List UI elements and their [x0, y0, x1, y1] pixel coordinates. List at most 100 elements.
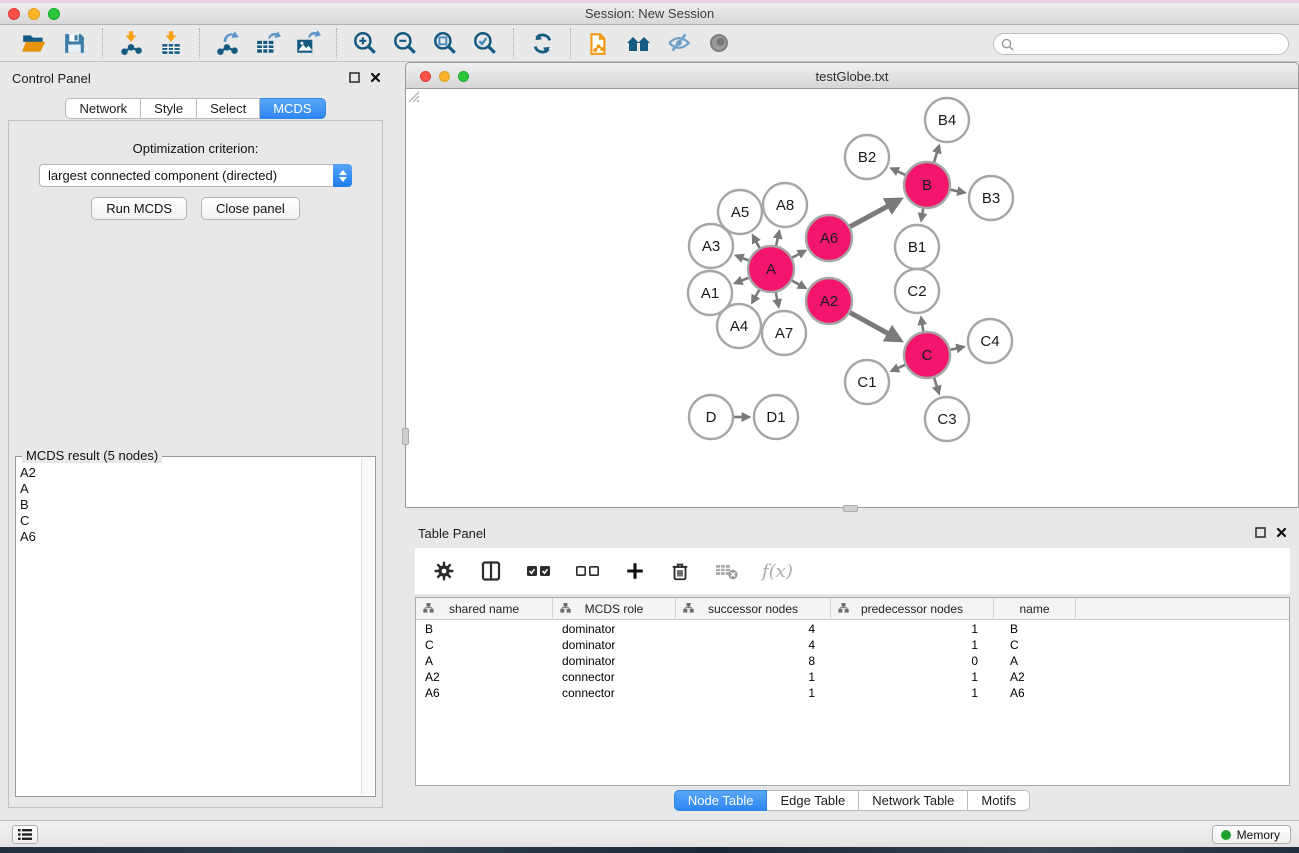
edge-A-A4[interactable] — [752, 289, 760, 302]
optimization-criterion-dropdown[interactable]: largest connected component (directed) — [39, 164, 352, 187]
create-column-icon[interactable] — [624, 560, 646, 582]
table-row-C[interactable]: Cdominator41C — [416, 637, 1289, 653]
graph-node-A4[interactable]: A4 — [717, 304, 761, 348]
zoom-out-icon[interactable] — [390, 29, 420, 57]
task-history-button[interactable] — [12, 825, 38, 844]
memory-button[interactable]: Memory — [1212, 825, 1291, 844]
graph-node-B1[interactable]: B1 — [895, 225, 939, 269]
tab-mcds[interactable]: MCDS — [260, 98, 325, 119]
edge-A2-C[interactable] — [849, 312, 900, 340]
table-row-A6[interactable]: A6connector11A6 — [416, 685, 1289, 701]
apply-layout-icon[interactable] — [527, 29, 557, 57]
edge-A6-B[interactable] — [849, 200, 900, 227]
table-cell[interactable]: A6 — [416, 685, 553, 701]
table-cell[interactable]: B — [994, 621, 1076, 637]
edge-B-B3[interactable] — [950, 190, 965, 193]
run-mcds-button[interactable]: Run MCDS — [91, 197, 187, 220]
search-field[interactable] — [993, 33, 1289, 55]
column-header-successor-nodes[interactable]: successor nodes — [676, 598, 831, 620]
vertical-split-handle[interactable] — [402, 428, 409, 445]
graph-node-C2[interactable]: C2 — [895, 269, 939, 313]
hide-selected-icon[interactable] — [664, 29, 694, 57]
horizontal-split-handle[interactable] — [843, 505, 858, 512]
table-cell[interactable]: 1 — [676, 685, 831, 701]
edge-A-A6[interactable] — [791, 251, 805, 258]
graph-node-C4[interactable]: C4 — [968, 319, 1012, 363]
close-panel-button[interactable]: Close panel — [201, 197, 300, 220]
table-cell[interactable]: A — [416, 653, 553, 669]
column-header-MCDS-role[interactable]: MCDS role — [553, 598, 676, 620]
edge-B-B1[interactable] — [921, 208, 923, 221]
tab-network[interactable]: Network — [65, 98, 141, 119]
mcds-result-item[interactable]: C — [20, 513, 360, 529]
export-image-icon[interactable] — [293, 29, 323, 57]
column-header-shared-name[interactable]: shared name — [416, 598, 553, 620]
graph-node-A8[interactable]: A8 — [763, 183, 807, 227]
table-cell[interactable]: 1 — [831, 621, 994, 637]
table-cell[interactable]: A6 — [994, 685, 1076, 701]
edge-A-A7[interactable] — [776, 292, 779, 307]
table-cell[interactable]: dominator — [553, 653, 676, 669]
first-neighbors-icon[interactable] — [624, 29, 654, 57]
table-cell[interactable]: A2 — [416, 669, 553, 685]
show-all-icon[interactable] — [704, 29, 734, 57]
export-network-icon[interactable] — [213, 29, 243, 57]
graph-node-A7[interactable]: A7 — [762, 311, 806, 355]
tab-network-table[interactable]: Network Table — [859, 790, 968, 811]
table-gear-icon[interactable] — [432, 559, 456, 583]
float-panel-icon[interactable] — [349, 72, 360, 83]
edge-B-B2[interactable] — [891, 168, 906, 175]
table-cell[interactable]: dominator — [553, 621, 676, 637]
graph-node-A6[interactable]: A6 — [806, 215, 852, 261]
table-cell[interactable]: 0 — [831, 653, 994, 669]
edge-A-A2[interactable] — [791, 280, 805, 288]
tab-select[interactable]: Select — [197, 98, 260, 119]
edge-A-A1[interactable] — [735, 277, 749, 283]
table-cell[interactable]: A — [994, 653, 1076, 669]
new-network-from-selection-icon[interactable] — [584, 29, 614, 57]
table-cell[interactable]: 4 — [676, 637, 831, 653]
table-cell[interactable]: C — [416, 637, 553, 653]
tab-node-table[interactable]: Node Table — [674, 790, 768, 811]
save-session-icon[interactable] — [59, 29, 89, 57]
zoom-in-icon[interactable] — [350, 29, 380, 57]
table-row-A2[interactable]: A2connector11A2 — [416, 669, 1289, 685]
graph-node-B[interactable]: B — [904, 162, 950, 208]
table-cell[interactable]: connector — [553, 669, 676, 685]
close-panel-icon[interactable] — [370, 72, 381, 83]
graph-node-C3[interactable]: C3 — [925, 397, 969, 441]
edge-C-C4[interactable] — [949, 347, 963, 350]
deselect-all-icon[interactable] — [575, 563, 601, 579]
mcds-result-item[interactable]: A — [20, 481, 360, 497]
table-row-A[interactable]: Adominator80A — [416, 653, 1289, 669]
graph-node-B3[interactable]: B3 — [969, 176, 1013, 220]
table-cell[interactable]: 1 — [831, 685, 994, 701]
edge-C-C3[interactable] — [934, 377, 939, 393]
table-cell[interactable]: 8 — [676, 653, 831, 669]
resize-grip-icon[interactable] — [406, 89, 420, 103]
search-input[interactable] — [1018, 35, 1288, 53]
table-row-B[interactable]: Bdominator41B — [416, 621, 1289, 637]
graph-node-B4[interactable]: B4 — [925, 98, 969, 142]
graph-node-A[interactable]: A — [748, 246, 794, 292]
edge-A-A5[interactable] — [753, 236, 760, 249]
result-list-scrollbar[interactable] — [361, 458, 374, 795]
graph-node-A3[interactable]: A3 — [689, 224, 733, 268]
mcds-result-item[interactable]: B — [20, 497, 360, 513]
tab-motifs[interactable]: Motifs — [968, 790, 1030, 811]
import-network-icon[interactable] — [116, 29, 146, 57]
open-session-icon[interactable] — [19, 29, 49, 57]
table-cell[interactable]: 1 — [831, 669, 994, 685]
graph-node-C1[interactable]: C1 — [845, 360, 889, 404]
mcds-result-item[interactable]: A2 — [20, 465, 360, 481]
table-cell[interactable]: A2 — [994, 669, 1076, 685]
table-cell[interactable]: 1 — [676, 669, 831, 685]
edge-C-C2[interactable] — [921, 318, 923, 333]
column-header-predecessor-nodes[interactable]: predecessor nodes — [831, 598, 994, 620]
zoom-fit-icon[interactable] — [430, 29, 460, 57]
edge-C-C1[interactable] — [892, 364, 906, 370]
edge-B-B4[interactable] — [934, 146, 939, 163]
tab-style[interactable]: Style — [141, 98, 197, 119]
edge-A-A8[interactable] — [776, 231, 779, 246]
graph-node-C[interactable]: C — [904, 332, 950, 378]
